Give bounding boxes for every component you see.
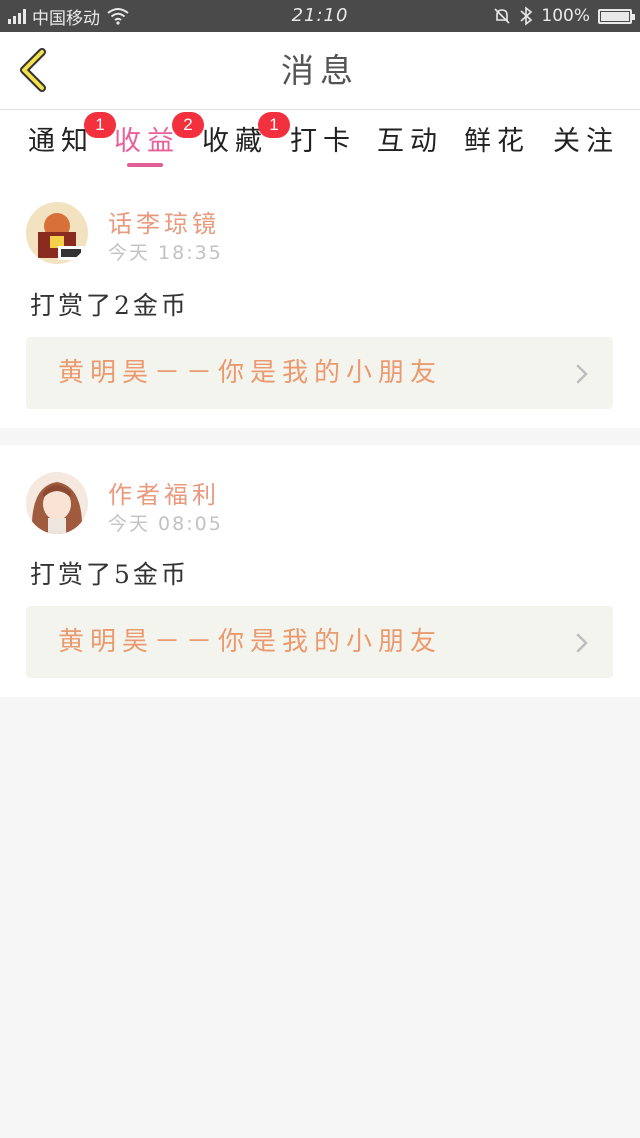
book-title: 黄明昊－－你是我的小朋友 (58, 358, 443, 388)
page-title: 消息 (281, 51, 359, 90)
book-link[interactable]: 黄明昊－－你是我的小朋友 (26, 337, 613, 409)
book-link[interactable]: 黄明昊－－你是我的小朋友 (26, 606, 613, 678)
bluetooth-icon (520, 6, 533, 26)
tab-bar: 通知 1 收益 2 收藏 1 打卡 互动 鲜花 关注 (0, 110, 640, 174)
book-title: 黄明昊－－你是我的小朋友 (58, 627, 443, 657)
tab-badge: 1 (258, 112, 290, 138)
tab-following[interactable]: 关注 (553, 122, 619, 162)
tab-checkin[interactable]: 1 打卡 (258, 112, 356, 162)
tab-label: 通知 (28, 126, 94, 157)
tab-label: 收益 (114, 126, 180, 157)
nav-header: 消息 (0, 32, 640, 110)
avatar[interactable] (26, 472, 88, 534)
tab-interaction[interactable]: 互动 (377, 122, 443, 162)
tab-flowers[interactable]: 鲜花 (464, 122, 530, 162)
tab-label: 收藏 (202, 126, 268, 157)
battery-icon (598, 8, 635, 24)
tab-label: 鲜花 (464, 126, 530, 157)
tab-earnings[interactable]: 1 收益 (84, 112, 180, 162)
timestamp: 今天 08:05 (108, 513, 223, 535)
mute-bell-icon (494, 8, 510, 24)
username[interactable]: 话李琼镜 (108, 204, 220, 239)
battery-percent: 100% (541, 6, 590, 26)
message-text: 打赏了5金币 (30, 560, 189, 589)
username[interactable]: 作者福利 (108, 475, 220, 510)
avatar[interactable] (26, 202, 88, 264)
message-card: 作者福利 今天 08:05 打赏了5金币 黄明昊－－你是我的小朋友 (0, 445, 640, 697)
message-card: 话李琼镜 今天 18:35 打赏了2金币 黄明昊－－你是我的小朋友 (0, 174, 640, 428)
tab-label: 打卡 (290, 126, 356, 157)
tab-label: 关注 (553, 126, 619, 157)
active-tab-indicator (127, 163, 163, 167)
tab-badge: 2 (172, 112, 204, 138)
status-right: 100% (493, 0, 635, 32)
tab-badge: 1 (84, 112, 116, 138)
chevron-right-icon (576, 364, 588, 384)
timestamp: 今天 18:35 (108, 242, 223, 264)
chevron-right-icon (576, 633, 588, 653)
tab-label: 互动 (377, 126, 443, 157)
message-text: 打赏了2金币 (30, 291, 189, 320)
status-bar: 中国移动 21:10 100% (0, 0, 640, 32)
